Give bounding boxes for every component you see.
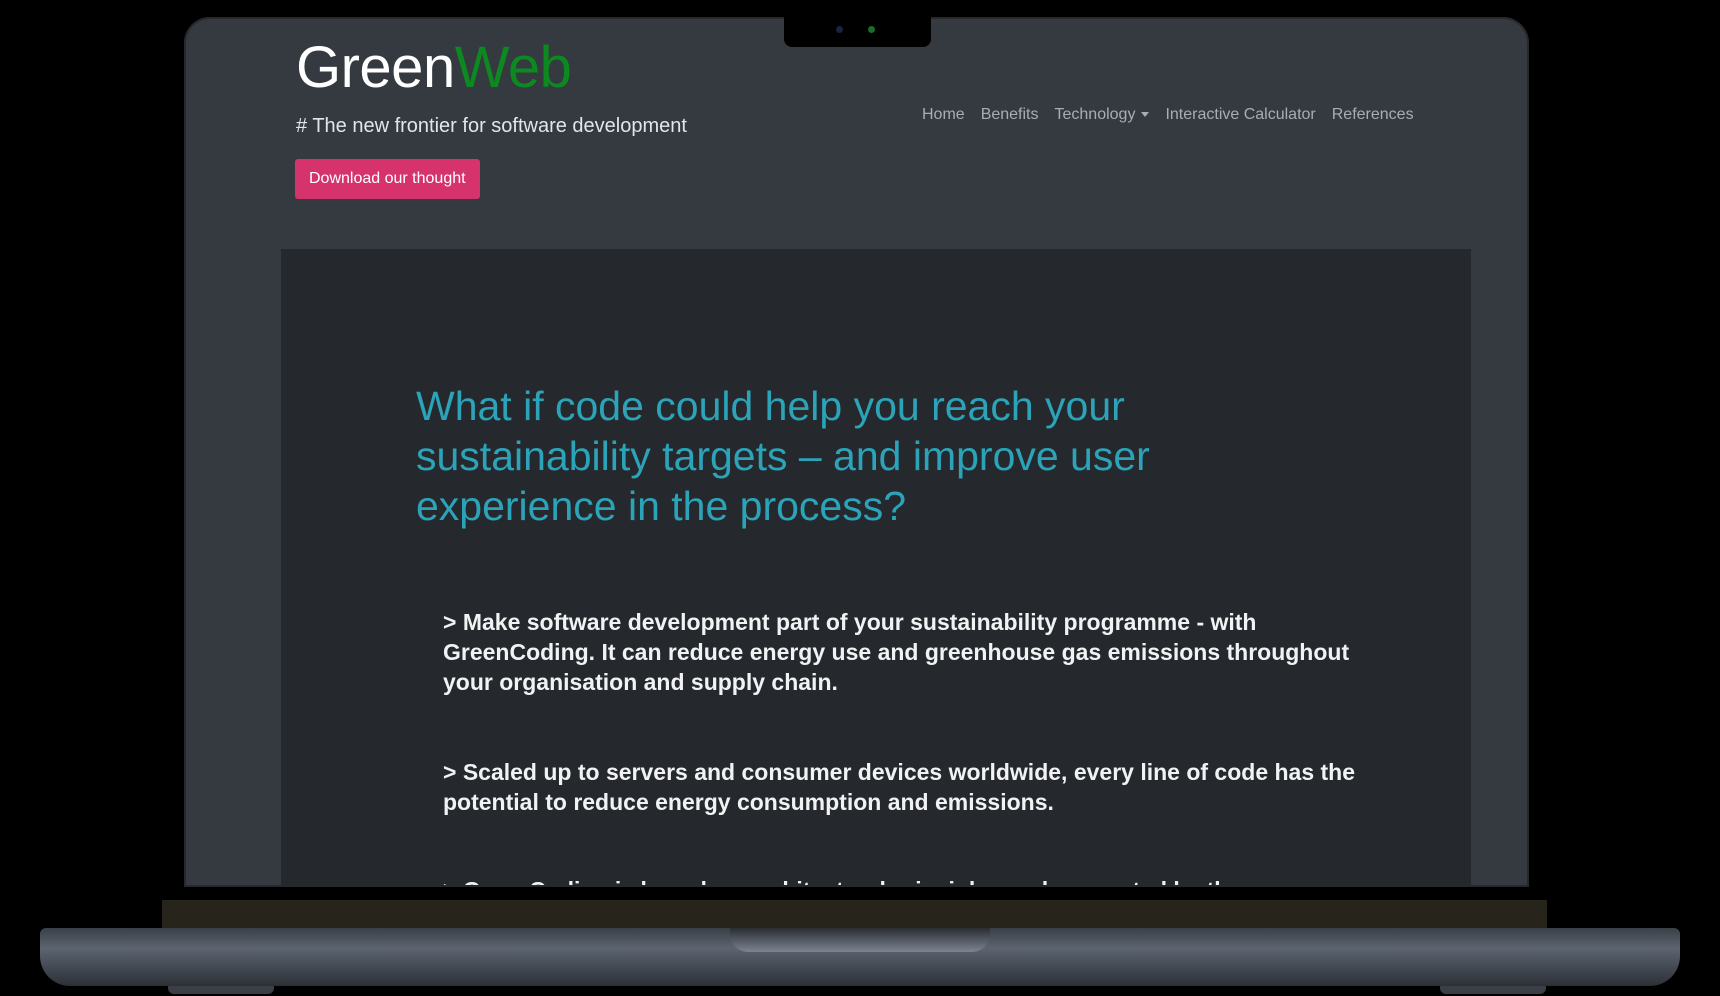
logo-text-web: Web <box>454 35 572 100</box>
main-headline: What if code could help you reach your s… <box>416 383 1150 529</box>
benefit-point: > Scaled up to servers and consumer devi… <box>443 759 1356 815</box>
laptop-base-notch <box>730 928 990 952</box>
nav-interactive-calculator[interactable]: Interactive Calculator <box>1165 106 1315 124</box>
content-panel: What if code could help you reach your s… <box>281 249 1471 885</box>
main-nav: Home Benefits Technology Interactive Cal… <box>922 106 1414 124</box>
benefit-point: > GreenCoding is based on architectural … <box>443 875 1363 885</box>
camera-lens-icon <box>836 26 843 33</box>
benefit-point: > Make software development part of your… <box>443 609 1350 695</box>
laptop-mockup: GreenWeb # The new frontier for software… <box>0 0 1720 996</box>
camera-led-icon <box>868 26 875 33</box>
caret-down-icon <box>1141 112 1150 118</box>
nav-benefits[interactable]: Benefits <box>981 106 1039 124</box>
nav-references[interactable]: References <box>1332 106 1414 124</box>
nav-technology-dropdown[interactable]: Technology <box>1055 106 1150 124</box>
tagline: # The new frontier for software developm… <box>296 115 687 137</box>
nav-technology-label: Technology <box>1054 106 1136 123</box>
laptop-foot-right <box>1440 986 1546 994</box>
laptop-screen: GreenWeb # The new frontier for software… <box>186 19 1527 885</box>
nav-home[interactable]: Home <box>922 106 965 124</box>
camera-notch <box>784 17 931 47</box>
download-thought-button[interactable]: Download our thought <box>295 159 480 199</box>
logo-text-green: Green <box>296 35 455 100</box>
laptop-foot-left <box>168 986 274 994</box>
site-logo[interactable]: GreenWeb <box>296 39 572 97</box>
